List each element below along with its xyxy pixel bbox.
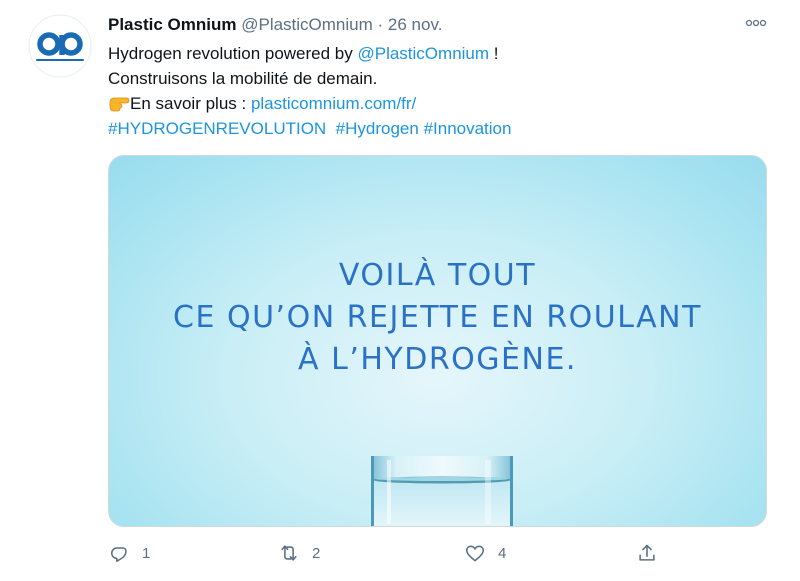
more-button[interactable] (743, 12, 769, 34)
hashtag-hydrogen[interactable]: #Hydrogen (336, 119, 419, 138)
plastic-omnium-logo (28, 14, 92, 78)
more-dots-icon (745, 19, 767, 27)
header-separator: · (377, 15, 384, 34)
reply-count: 1 (142, 544, 151, 562)
reply-button[interactable]: 1 (108, 540, 150, 566)
tweet-text: Hydrogen revolution powered by @PlasticO… (108, 41, 511, 141)
headline-line-1: VOILÀ TOUT (338, 258, 537, 293)
share-button[interactable] (636, 540, 658, 566)
avatar[interactable] (28, 14, 92, 78)
media-headline: VOILÀ TOUT CE QU’ON REJETTE EN ROULANT À… (109, 255, 766, 381)
tweet-header: Plastic Omnium @PlasticOmnium · 26 nov. (108, 13, 442, 37)
tweet-line-4: #HYDROGENREVOLUTION #Hydrogen #Innovatio… (108, 116, 511, 141)
author-handle[interactable]: @PlasticOmnium (241, 15, 373, 34)
like-count: 4 (498, 544, 507, 562)
retweet-icon (281, 545, 297, 561)
tweet-line-3: En savoir plus : plasticomnium.com/fr/ (108, 91, 511, 116)
author-name[interactable]: Plastic Omnium (108, 15, 236, 34)
hashtag-innovation[interactable]: #Innovation (424, 119, 512, 138)
line1-suffix: ! (489, 44, 499, 63)
retweet-count: 2 (312, 544, 321, 562)
water-glass-image (367, 456, 517, 526)
tweet-media[interactable]: VOILÀ TOUT CE QU’ON REJETTE EN ROULANT À… (108, 155, 767, 527)
headline-line-2: CE QU’ON REJETTE EN ROULANT (173, 300, 702, 335)
headline-line-3: À L’HYDROGÈNE. (298, 342, 577, 377)
tweet-line-1: Hydrogen revolution powered by @PlasticO… (108, 41, 511, 66)
hashtag-hydrogenrevolution[interactable]: #HYDROGENREVOLUTION (108, 119, 326, 138)
tweet-date[interactable]: 26 nov. (388, 15, 443, 34)
tweet[interactable]: Plastic Omnium @PlasticOmnium · 26 nov. … (0, 0, 800, 581)
website-link[interactable]: plasticomnium.com/fr/ (251, 94, 416, 113)
tweet-line-2: Construisons la mobilité de demain. (108, 69, 378, 88)
line1-prefix: Hydrogen revolution powered by (108, 44, 358, 63)
like-button[interactable]: 4 (464, 540, 506, 566)
heart-icon (465, 545, 485, 562)
share-icon (639, 544, 655, 561)
pointing-finger-icon (109, 97, 130, 112)
reply-icon (110, 547, 127, 562)
mention-link[interactable]: @PlasticOmnium (357, 44, 489, 63)
retweet-button[interactable]: 2 (278, 540, 320, 566)
tweet-actions: 1 2 4 (108, 540, 668, 566)
line3-prefix: En savoir plus : (130, 94, 251, 113)
